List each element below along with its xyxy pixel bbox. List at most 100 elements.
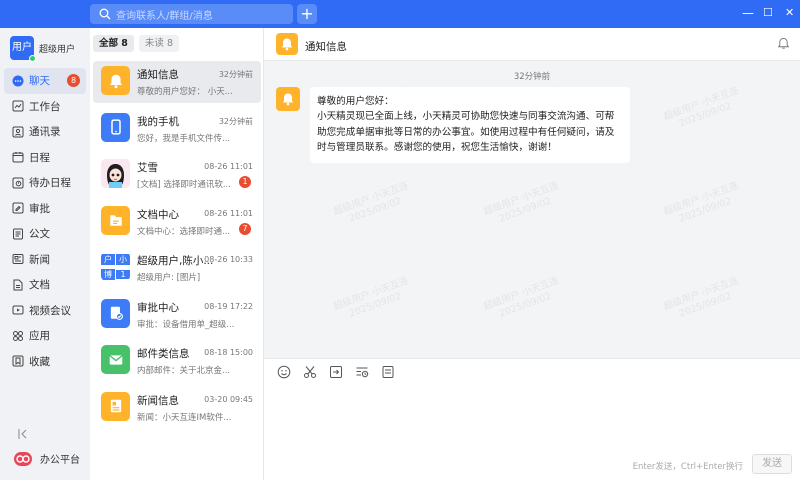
add-button[interactable]: + (297, 4, 317, 24)
sidebar-item-label: 公文 (29, 228, 50, 241)
send-hint: Enter发送，Ctrl+Enter换行 (632, 462, 743, 472)
sidebar-item-workbench[interactable]: 工作台 (4, 94, 86, 120)
conversation-avatar: 户小博1 (101, 252, 130, 281)
video-meeting-icon (12, 304, 24, 316)
watermark: 超级用户 小天互连2025/09/02 (482, 180, 564, 230)
file-send-icon[interactable] (329, 365, 343, 379)
minimize-button[interactable]: — (742, 6, 754, 20)
sidebar-item-favorites[interactable]: 收藏 (4, 349, 86, 375)
message-line: 助您完成单据审批等日常的办公事宜。如使用过程中有任何疑问，请及 (317, 126, 615, 138)
message-line: 时与管理员联系。感谢您的使用，祝您生活愉快，谢谢！ (317, 142, 557, 154)
conversation-item[interactable]: 审批中心 08-19 17:22 审批：设备借用单_超级... (93, 294, 261, 336)
sidebar-item-label: 待办日程 (29, 177, 71, 190)
close-button[interactable]: ✕ (785, 6, 794, 20)
conversation-avatar (101, 66, 130, 95)
folder-icon (108, 212, 124, 228)
sidebar-item-todo[interactable]: 待办日程 (4, 170, 86, 196)
main-nav: 聊天 8 工作台通讯录日程待办日程审批公文新闻文档视频会议应用 收藏 (4, 68, 86, 374)
conversation-avatar (101, 345, 130, 374)
office-platform-label: 办公平台 (40, 455, 80, 466)
official-document-icon (12, 228, 24, 240)
sidebar-item-document[interactable]: 文档 (4, 272, 86, 298)
conversation-time: 08-18 15:00 (204, 348, 253, 357)
watermark: 超级用户 小天互连2025/09/02 (482, 275, 564, 325)
message-timestamp: 32分钟前 (513, 72, 551, 82)
approval-icon (12, 202, 24, 214)
sidebar-item-label: 审批 (29, 202, 50, 215)
sidebar-item-contacts[interactable]: 通讯录 (4, 119, 86, 145)
sidebar-item-approval[interactable]: 审批 (4, 196, 86, 222)
collapse-sidebar-icon[interactable] (17, 428, 29, 443)
conversation-time: 08-26 10:33 (204, 255, 253, 264)
conversation-time: 08-19 17:22 (204, 301, 253, 311)
conversation-item[interactable]: 邮件类信息 08-18 15:00 内部邮件：关于北京金... (93, 340, 261, 382)
person-avatar-icon (101, 159, 130, 188)
contacts-icon (12, 126, 24, 138)
conversation-item[interactable]: 通知信息 32分钟前 尊敬的用户您好： 小天... (93, 61, 261, 103)
conversation-avatar (101, 159, 130, 188)
search-input[interactable]: 查询联系人/群组/消息 (90, 4, 293, 24)
send-button[interactable]: 发送 (752, 454, 792, 474)
history-icon[interactable] (355, 365, 369, 379)
notification-bell-icon[interactable] (777, 37, 790, 53)
conversation-title: 我的手机 (137, 115, 179, 128)
sidebar-item-chat-bubble[interactable]: 聊天 8 (4, 68, 86, 94)
scissors-icon[interactable] (303, 365, 317, 379)
phone-icon (108, 119, 124, 135)
conversation-avatar (101, 298, 130, 328)
sidebar-item-official-document[interactable]: 公文 (4, 221, 86, 247)
conversation-list: 全部 8 未读 8 通知信息 32分钟前 尊敬的用户您好： 小天... 我的手机 32分钟… (90, 28, 264, 480)
conversation-preview: 内部邮件：关于北京金... (137, 366, 231, 376)
bell-icon (282, 93, 294, 106)
sidebar-item-news[interactable]: 新闻 (4, 247, 86, 273)
search-icon (99, 8, 111, 23)
watermark: 超级用户 小天互连2025/09/02 (332, 275, 414, 325)
conversation-item[interactable]: 文档中心 08-26 11:01 文档中心：选择即时通... 7 (93, 201, 261, 243)
conversation-preview: 审批：设备借用单_超级... (137, 319, 235, 330)
conversation-time: 32分钟前 (218, 116, 253, 126)
chat-bubble-icon (12, 75, 24, 87)
approval-doc-icon (108, 305, 124, 321)
conversation-preview: 新闻：小天互连IM软件... (137, 412, 232, 423)
sidebar-item-calendar[interactable]: 日程 (4, 145, 86, 171)
newspaper-icon (108, 398, 124, 414)
todo-icon (12, 177, 24, 189)
tab-all[interactable]: 全部 8 (93, 35, 134, 52)
bell-icon (281, 38, 293, 51)
conversation-item[interactable]: 新闻信息 03-20 09:45 新闻：小天互连IM软件... (93, 387, 261, 429)
sidebar-item-label: 工作台 (29, 100, 61, 113)
unread-badge: 1 (239, 176, 251, 188)
unread-badge: 8 (67, 74, 80, 87)
calendar-icon (12, 151, 24, 163)
group-member-initial: 户 (101, 253, 115, 265)
conversation-avatar (101, 205, 130, 235)
user-avatar[interactable]: 用户 (10, 36, 36, 62)
user-profile[interactable]: 用户 超级用户 (10, 36, 75, 62)
compose-area[interactable]: Enter发送，Ctrl+Enter换行 发送 (264, 358, 800, 480)
conversation-time: 08-26 11:01 (204, 208, 253, 218)
title-bar: 查询联系人/群组/消息 + — ☐ ✕ (0, 0, 800, 28)
sidebar-item-video-meeting[interactable]: 视频会议 (4, 298, 86, 324)
favorites-icon (12, 355, 24, 367)
conversation-preview: [文档] 选择即时通讯软... (137, 180, 231, 190)
template-icon[interactable] (381, 365, 395, 379)
tab-unread[interactable]: 未读 8 (138, 35, 179, 52)
watermark: 超级用户 小天互连2025/09/02 (662, 275, 744, 325)
maximize-button[interactable]: ☐ (763, 6, 773, 20)
document-icon (12, 279, 24, 291)
message-bubble[interactable]: 尊敬的用户您好： 小天精灵现已全面上线，小天精灵可协助您快速与同事交流沟通、可帮助… (310, 87, 630, 163)
office-platform-link[interactable]: 办公平台 (14, 451, 80, 466)
conversation-item[interactable]: 艾雪 08-26 11:01 [文档] 选择即时通讯软... 1 (93, 154, 261, 196)
sidebar-item-apps[interactable]: 应用 (4, 323, 86, 349)
conversation-item[interactable]: 户小博 1 超级用户,陈小... 08-26 10:33 超级用户: [图片] (93, 247, 261, 289)
message-line: 小天精灵现已全面上线，小天精灵可协助您快速与同事交流沟通、可帮 (317, 111, 615, 123)
emoji-icon[interactable] (277, 365, 291, 379)
sidebar-item-label: 文档 (29, 279, 50, 292)
conversation-title: 通知信息 (137, 69, 179, 81)
sidebar-item-label: 通讯录 (29, 126, 61, 139)
sidebar-item-label: 视频会议 (29, 304, 71, 317)
watermark: 超级用户 小天互连2025/09/02 (662, 180, 744, 230)
conversation-item[interactable]: 我的手机 32分钟前 您好，我是手机文件传... (93, 108, 261, 150)
chat-panel: 通知信息 超级用户 小天互连 2025/09/02 超级用户 小天互连 2025/09… (264, 28, 800, 480)
chat-header: 通知信息 (264, 28, 800, 61)
